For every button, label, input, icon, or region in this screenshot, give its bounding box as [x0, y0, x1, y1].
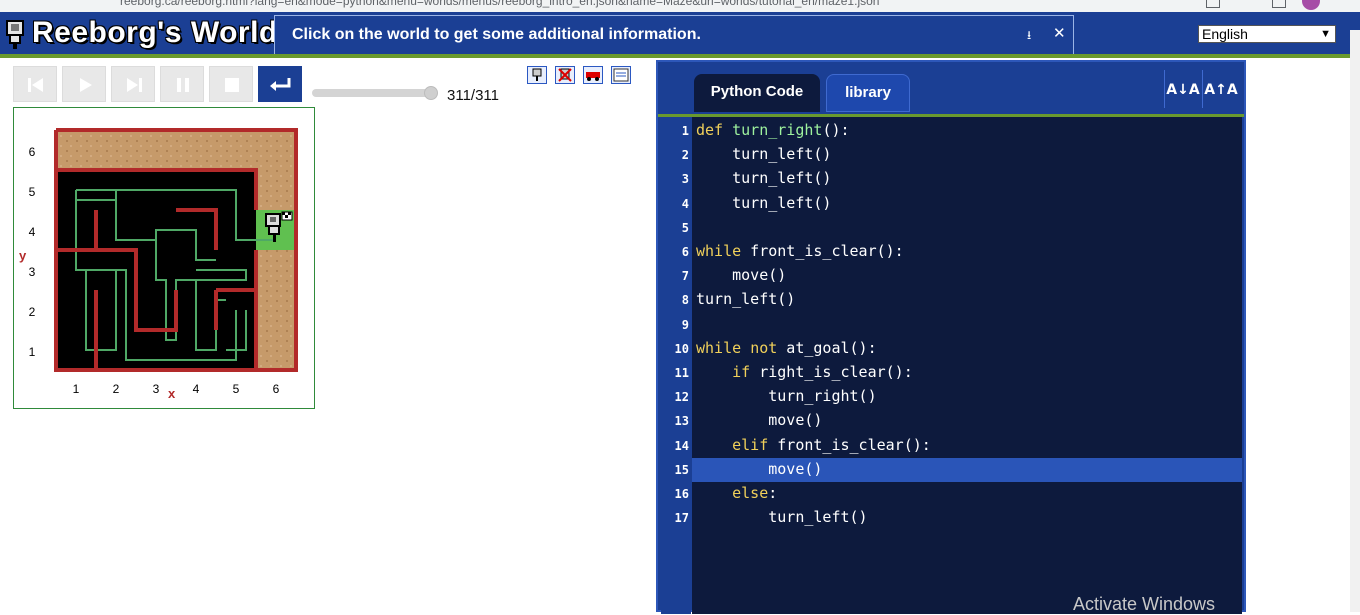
x-tick: 2 — [113, 382, 120, 396]
line-number: 8 — [681, 293, 689, 308]
code-line[interactable]: if right_is_clear(): — [696, 363, 913, 381]
tab-library[interactable]: library — [826, 74, 910, 112]
line-number: 11 — [674, 366, 689, 380]
code-line[interactable]: while not at_goal(): — [696, 339, 877, 357]
code-line[interactable]: turn_left() — [696, 290, 795, 308]
tab-python-code[interactable]: Python Code — [694, 74, 820, 112]
x-tick: 3 — [153, 382, 160, 396]
code-line[interactable]: elif front_is_clear(): — [696, 436, 931, 454]
pause-icon — [177, 78, 189, 92]
code-line[interactable]: move() — [696, 266, 786, 284]
info-banner: Click on the world to get some additiona… — [274, 15, 1074, 55]
line-number: 14 — [674, 438, 689, 453]
line-number: 6 — [681, 245, 689, 259]
y-tick: 6 — [29, 145, 36, 159]
y-tick: 3 — [29, 265, 36, 279]
code-line[interactable]: def turn_right(): — [696, 121, 850, 139]
line-number: 12 — [674, 390, 689, 405]
info-message: Click on the world to get some additiona… — [292, 26, 701, 43]
x-tick: 4 — [193, 382, 200, 396]
line-number: 2 — [681, 148, 689, 163]
robot-icon[interactable] — [527, 66, 547, 84]
skip-back-icon — [28, 78, 43, 92]
language-value: English — [1202, 26, 1248, 42]
speed-slider[interactable] — [312, 86, 438, 100]
return-icon — [270, 78, 291, 91]
language-select[interactable]: English ▼ — [1198, 25, 1336, 43]
app-header: Reeborg's World Click on the world to ge… — [0, 12, 1360, 58]
line-number: 5 — [681, 220, 689, 235]
step-counter: 311/311 — [447, 87, 499, 104]
world-canvas[interactable]: 1 2 3 4 5 6 6 5 4 3 2 1 x y — [13, 107, 315, 409]
step-forward-icon — [127, 78, 142, 92]
x-axis-label: x — [168, 386, 176, 401]
extension-icon[interactable] — [1206, 0, 1220, 8]
maze-world[interactable]: 1 2 3 4 5 6 6 5 4 3 2 1 x y — [14, 108, 314, 408]
y-axis-label: y — [19, 248, 27, 263]
line-number-gutter: 1 2 3 4 5 6 7 8 9 10 11 12 13 14 15 16 17 — [661, 117, 691, 614]
line-number: 4 — [681, 196, 689, 211]
line-number: 10 — [674, 341, 689, 356]
line-number: 13 — [674, 414, 689, 429]
code-line[interactable]: turn_right() — [696, 387, 876, 405]
reeborg-logo-icon — [6, 20, 24, 49]
url-text[interactable]: reeborg.ca/reeborg.html?lang=en&mode=pyt… — [120, 0, 879, 8]
play-icon — [80, 78, 92, 92]
code-editor-panel: Python Code library A↓A A↑A 1 2 3 4 5 6 7 8 9 10 1… — [656, 60, 1246, 614]
browser-url-bar[interactable]: reeborg.ca/reeborg.html?lang=en&mode=pyt… — [0, 0, 1360, 12]
step-button[interactable] — [111, 66, 155, 102]
download-icon[interactable]: ⭳ — [1027, 26, 1031, 47]
run-button[interactable] — [62, 66, 106, 102]
robot-remove-icon[interactable] — [555, 66, 575, 84]
x-tick: 1 — [73, 382, 80, 396]
increase-font-button[interactable]: A↑A — [1202, 70, 1239, 108]
code-area[interactable]: def turn_right(): turn_left() turn_left(… — [692, 117, 1242, 614]
x-tick: 6 — [273, 382, 280, 396]
code-line[interactable]: move() — [696, 460, 822, 478]
return-button[interactable] — [258, 66, 302, 102]
profile-avatar[interactable] — [1302, 0, 1320, 10]
speed-slider-knob[interactable] — [424, 86, 438, 100]
code-line[interactable]: turn_left() — [696, 169, 831, 187]
close-icon[interactable]: ✕ — [1053, 24, 1066, 42]
code-line[interactable]: while front_is_clear(): — [696, 242, 904, 260]
line-number: 17 — [674, 511, 689, 526]
y-tick: 4 — [29, 225, 36, 239]
code-line[interactable]: turn_left() — [696, 508, 867, 526]
code-line[interactable]: else: — [696, 484, 777, 502]
line-number: 1 — [681, 124, 689, 138]
app-title: Reeborg's World — [32, 16, 278, 49]
editor-tabbar: Python Code library A↓A A↑A — [658, 62, 1244, 117]
code-line[interactable]: move() — [696, 411, 822, 429]
header-divider — [0, 54, 1350, 58]
stop-button[interactable] — [209, 66, 253, 102]
code-line[interactable]: turn_left() — [696, 194, 831, 212]
y-tick: 5 — [29, 185, 36, 199]
y-tick: 1 — [29, 345, 36, 359]
line-number: 16 — [674, 487, 689, 501]
reload-button[interactable] — [13, 66, 57, 102]
line-number: 9 — [681, 317, 689, 332]
stop-icon — [225, 78, 239, 92]
car-icon[interactable] — [583, 66, 603, 84]
extension-icon[interactable] — [1272, 0, 1286, 8]
code-line[interactable]: turn_left() — [696, 145, 831, 163]
world-edit-icon[interactable] — [611, 66, 631, 84]
x-tick: 5 — [233, 382, 240, 396]
chevron-down-icon: ▼ — [1320, 28, 1331, 40]
decrease-font-button[interactable]: A↓A — [1164, 70, 1201, 108]
line-number: 7 — [681, 269, 689, 284]
line-number: 15 — [674, 462, 689, 477]
pause-button[interactable] — [160, 66, 204, 102]
page-scrollbar[interactable] — [1350, 30, 1360, 612]
line-number: 3 — [681, 172, 689, 187]
y-tick: 2 — [29, 305, 36, 319]
